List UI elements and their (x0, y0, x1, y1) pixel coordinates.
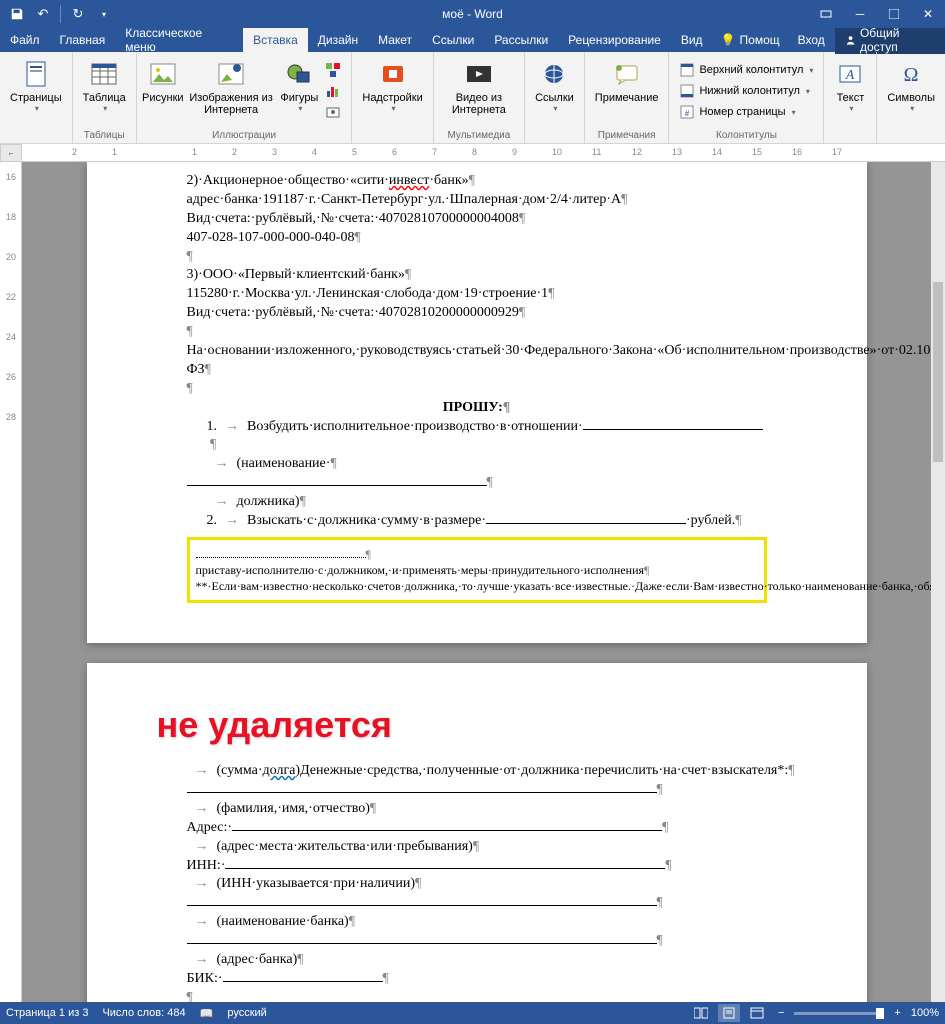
maximize-button[interactable] (877, 0, 911, 28)
qat-customize[interactable]: ▾ (93, 3, 115, 25)
group-headerfooter: Верхний колонтитул Нижний колонтитул #Но… (669, 52, 824, 143)
links-button[interactable]: Ссылки (531, 56, 578, 115)
addins-button[interactable]: Надстройки (358, 56, 426, 115)
footer-button[interactable]: Нижний колонтитул (675, 81, 817, 101)
window-buttons: ─ ✕ (809, 0, 945, 28)
textbox-icon: A (834, 58, 866, 90)
titlebar: ↶ ↻ ▾ моё - Word ─ ✕ (0, 0, 945, 28)
picture-icon (147, 58, 179, 90)
read-mode-button[interactable] (690, 1004, 712, 1022)
group-pages: Страницы (0, 52, 73, 143)
tab-view[interactable]: Вид (671, 28, 713, 52)
page-2[interactable]: не удаляется (сумма·долга)Денежные·средс… (87, 663, 867, 1002)
annotation-text: не удаляется (157, 701, 767, 750)
pages-button[interactable]: Страницы (6, 56, 66, 115)
redo-button[interactable]: ↻ (67, 3, 89, 25)
zoom-in-button[interactable]: + (890, 1007, 904, 1019)
group-addins: Надстройки (352, 52, 433, 143)
group-comments: Примечание Примечания (585, 52, 670, 143)
online-pictures-button[interactable]: Изображения из Интернета (185, 56, 278, 118)
ruler-corner[interactable]: ⌐ (0, 144, 22, 162)
svg-text:Ω: Ω (904, 64, 919, 86)
pictures-button[interactable]: Рисунки (143, 56, 183, 106)
online-video-button[interactable]: Видео из Интернета (440, 56, 518, 118)
page-indicator[interactable]: Страница 1 из 3 (6, 1007, 88, 1019)
tab-layout[interactable]: Макет (368, 28, 422, 52)
tab-mailings[interactable]: Рассылки (484, 28, 558, 52)
horizontal-ruler[interactable]: 2 1 1 2 3 4 5 6 7 8 9 10 11 12 13 14 15 … (22, 144, 945, 162)
page-1[interactable]: 2)·Акционерное·общество·«сити·инвест·бан… (87, 162, 867, 643)
group-illustrations: Рисунки Изображения из Интернета Фигуры … (137, 52, 353, 143)
vertical-scrollbar[interactable] (931, 162, 945, 1002)
comment-button[interactable]: Примечание (591, 56, 663, 106)
group-symbols: Ω Символы (877, 52, 945, 143)
zoom-out-button[interactable]: − (774, 1007, 788, 1019)
comment-icon (611, 58, 643, 90)
addin-icon (377, 58, 409, 90)
statusbar: Страница 1 из 3 Число слов: 484 📖 русски… (0, 1002, 945, 1024)
group-tables: Таблица Таблицы (73, 52, 137, 143)
omega-icon: Ω (895, 58, 927, 90)
svg-text:#: # (685, 109, 690, 118)
document-area: 16 18 20 22 24 26 28 2)·Акционерное·обще… (0, 162, 945, 1002)
tell-me[interactable]: 💡Помощ (713, 33, 788, 47)
proofing-icon[interactable]: 📖 (200, 1007, 214, 1020)
quick-access-toolbar: ↶ ↻ ▾ (0, 3, 115, 25)
group-media: Видео из Интернета Мультимедиа (434, 52, 525, 143)
document-canvas[interactable]: 2)·Акционерное·общество·«сити·инвест·бан… (22, 162, 931, 1002)
tab-classic[interactable]: Классическое меню (115, 28, 243, 52)
window-title: моё - Word (0, 7, 945, 21)
save-button[interactable] (6, 3, 28, 25)
symbols-button[interactable]: Ω Символы (883, 56, 939, 115)
video-icon (463, 58, 495, 90)
ribbon: Страницы Таблица Таблицы Рисунки Изображ… (0, 52, 945, 144)
vertical-ruler[interactable]: 16 18 20 22 24 26 28 (0, 162, 22, 1002)
page-icon (20, 58, 52, 90)
tab-file[interactable]: Файл (0, 28, 50, 52)
tab-review[interactable]: Рецензирование (558, 28, 671, 52)
tab-home[interactable]: Главная (50, 28, 116, 52)
minimize-button[interactable]: ─ (843, 0, 877, 28)
highlighted-footnote: приставу-исполнителю·с·должником,·и·прим… (187, 537, 767, 604)
web-layout-button[interactable] (746, 1004, 768, 1022)
language-indicator[interactable]: русский (227, 1007, 266, 1019)
zoom-level[interactable]: 100% (911, 1007, 939, 1019)
group-text: A Текст (824, 52, 877, 143)
online-picture-icon (215, 58, 247, 90)
scroll-thumb[interactable] (933, 282, 943, 462)
table-button[interactable]: Таблица (79, 56, 130, 115)
ribbon-tabs: Файл Главная Классическое меню Вставка Д… (0, 28, 945, 52)
zoom-slider[interactable] (794, 1012, 884, 1015)
pagenum-button[interactable]: #Номер страницы (675, 102, 817, 122)
tab-design[interactable]: Дизайн (308, 28, 368, 52)
print-layout-button[interactable] (718, 1004, 740, 1022)
close-button[interactable]: ✕ (911, 0, 945, 28)
smartart-button[interactable] (321, 60, 345, 80)
share-button[interactable]: Общий доступ (835, 26, 945, 54)
shapes-icon (283, 58, 315, 90)
tab-insert[interactable]: Вставка (243, 28, 308, 52)
link-icon (538, 58, 570, 90)
tab-references[interactable]: Ссылки (422, 28, 484, 52)
svg-text:A: A (845, 68, 855, 83)
undo-button[interactable]: ↶ (32, 3, 54, 25)
signin-button[interactable]: Вход (788, 33, 835, 47)
group-links: Ссылки (525, 52, 585, 143)
word-count[interactable]: Число слов: 484 (102, 1007, 185, 1019)
chart-button[interactable] (321, 81, 345, 101)
ribbon-options-button[interactable] (809, 0, 843, 28)
text-button[interactable]: A Текст (830, 56, 870, 115)
header-button[interactable]: Верхний колонтитул (675, 60, 817, 80)
table-icon (88, 58, 120, 90)
screenshot-button[interactable] (321, 102, 345, 122)
shapes-button[interactable]: Фигуры (279, 56, 319, 115)
